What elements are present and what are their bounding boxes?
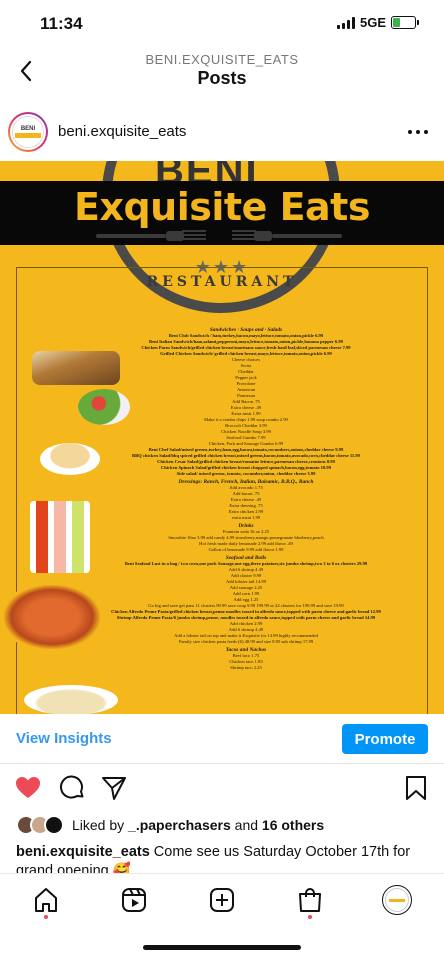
pasta-image	[24, 685, 118, 714]
home-icon[interactable]	[32, 886, 60, 914]
menu-line: extra meat 1.99	[231, 515, 261, 520]
soup-image	[40, 443, 100, 475]
status-time: 11:34	[40, 14, 83, 33]
reels-icon[interactable]	[120, 886, 148, 914]
status-bar: 11:34 5GE	[0, 0, 444, 46]
battery-level	[393, 18, 401, 27]
menu-line: Shrimp taco 2.25	[230, 665, 262, 670]
profile-avatar[interactable]	[382, 885, 412, 915]
page-title: Posts	[197, 68, 247, 88]
view-insights-link[interactable]: View Insights	[16, 730, 112, 747]
avatar	[44, 815, 64, 835]
status-indicators: 5GE	[336, 15, 419, 30]
likes-count[interactable]: 16 others	[262, 817, 324, 833]
post-username[interactable]: beni.exquisite_eats	[58, 123, 186, 140]
post-image[interactable]: BENI Exquisite Eats ★★★ RESTAURANT Sandw…	[0, 161, 444, 714]
heart-filled-icon[interactable]	[14, 774, 42, 802]
network-type: 5GE	[359, 15, 386, 30]
smoothie-image	[30, 501, 90, 573]
liker-avatars	[16, 815, 66, 835]
home-notification-dot	[44, 915, 48, 919]
new-post-icon[interactable]	[208, 886, 236, 914]
menu-text: Sandwiches · Soups and · Salads Beni Club…	[96, 325, 396, 671]
bottom-nav	[0, 873, 444, 928]
signal-icon	[336, 16, 355, 29]
likes-text: Liked by _.paperchasers and 16 others	[72, 817, 325, 833]
caption-username[interactable]: beni.exquisite_eats	[16, 844, 150, 860]
home-indicator[interactable]	[143, 945, 301, 950]
battery-icon	[391, 16, 419, 29]
more-options-icon[interactable]	[408, 122, 428, 142]
shop-notification-dot	[308, 915, 312, 919]
menu-line: Gallon of lemonade 9.99 add flavor 1.99	[208, 547, 284, 552]
brand-title: Exquisite Eats	[74, 185, 370, 229]
fork-right-icon	[232, 230, 342, 241]
avatar[interactable]: BENI	[8, 112, 48, 152]
crab-image	[4, 585, 100, 649]
header: BENI.EXQUISITE_EATS Posts	[0, 46, 444, 98]
menu-line: Family size chicken pasta feeds (6) 48.9…	[178, 639, 314, 644]
post-header: BENI beni.exquisite_eats	[0, 108, 444, 158]
fork-left-icon	[96, 230, 206, 241]
promote-button[interactable]: Promote	[342, 724, 428, 754]
likes-row[interactable]: Liked by _.paperchasers and 16 others	[16, 815, 324, 835]
send-icon[interactable]	[100, 774, 128, 802]
post-actions	[0, 772, 444, 806]
liker-username[interactable]: _.paperchasers	[128, 817, 231, 833]
menu-line: Side salad/ mixed greens, tomato, cucumb…	[176, 471, 316, 476]
shop-icon[interactable]	[296, 886, 324, 914]
comment-icon[interactable]	[58, 774, 86, 802]
insights-bar: View Insights Promote	[0, 714, 444, 764]
header-account-name: BENI.EXQUISITE_EATS	[145, 52, 299, 67]
bookmark-icon[interactable]	[402, 774, 430, 802]
